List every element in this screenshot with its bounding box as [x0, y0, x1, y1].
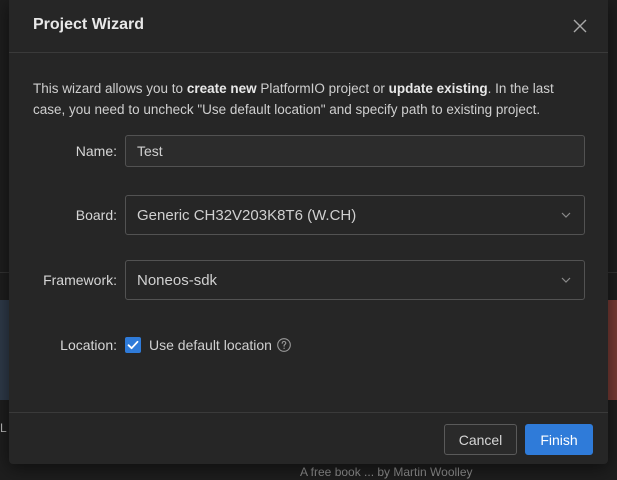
intro-emphasis-update: update existing: [388, 81, 488, 96]
framework-label: Framework:: [43, 272, 117, 288]
framework-select-value: Noneos-sdk: [137, 272, 218, 289]
name-label: Name:: [75, 143, 117, 159]
use-default-location-checkbox[interactable]: [125, 337, 141, 353]
help-circle-icon[interactable]: [276, 337, 292, 353]
chevron-down-icon: [561, 212, 571, 218]
close-button[interactable]: [570, 16, 590, 36]
close-icon: [573, 19, 587, 33]
dialog-title: Project Wizard: [33, 16, 144, 33]
cancel-button[interactable]: Cancel: [444, 424, 517, 455]
finish-button[interactable]: Finish: [525, 424, 593, 455]
intro-text: This wizard allows you to create new Pla…: [33, 78, 589, 120]
background-text-bottom: A free book ... by Martin Woolley: [300, 465, 473, 479]
check-icon: [127, 340, 139, 350]
intro-text-part: PlatformIO project or: [256, 81, 389, 96]
chevron-down-icon: [561, 277, 571, 283]
background-thumbnail-right: [607, 300, 617, 400]
intro-text-part: This wizard allows you to: [33, 81, 187, 96]
intro-emphasis-create: create new: [186, 81, 257, 96]
project-wizard-dialog: Project Wizard This wizard allows you to…: [9, 0, 608, 464]
framework-select[interactable]: Noneos-sdk: [125, 260, 585, 300]
board-label: Board:: [75, 207, 117, 223]
location-label: Location:: [60, 337, 117, 353]
board-select-value: Generic CH32V203K8T6 (W.CH): [137, 207, 357, 224]
dialog-footer: Cancel Finish: [9, 412, 608, 464]
board-select[interactable]: Generic CH32V203K8T6 (W.CH): [125, 195, 585, 235]
dialog-header: Project Wizard: [9, 0, 608, 53]
name-input[interactable]: [125, 135, 585, 167]
use-default-location-label[interactable]: Use default location: [149, 337, 272, 353]
